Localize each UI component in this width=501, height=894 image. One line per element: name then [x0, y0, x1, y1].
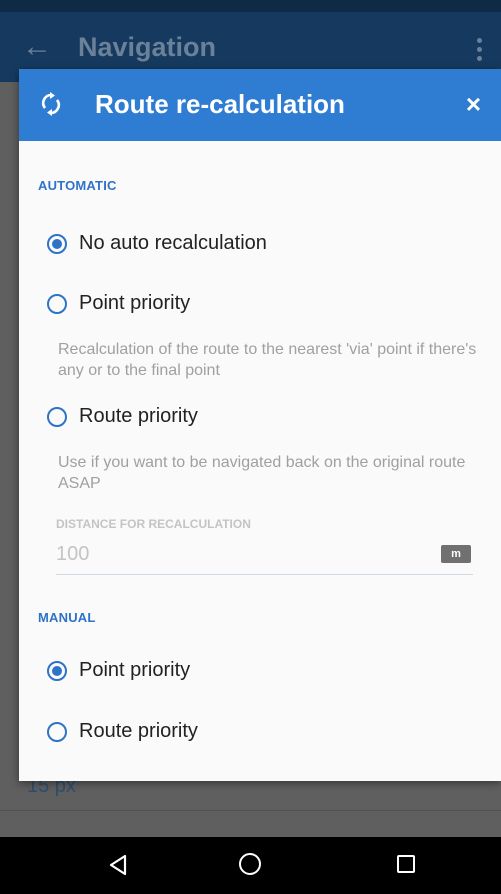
- dialog-header: Route re-calculation ×: [19, 69, 501, 141]
- nav-back-icon[interactable]: [108, 854, 128, 881]
- radio-selected-icon: [47, 660, 67, 681]
- distance-input-underline: [56, 574, 473, 575]
- radio-point-priority-manual[interactable]: Point priority: [47, 659, 190, 682]
- radio-point-priority-auto[interactable]: Point priority: [47, 292, 190, 315]
- unit-badge: m: [441, 545, 471, 563]
- arrow-left-icon[interactable]: ←: [22, 30, 78, 64]
- radio-unselected-icon: [47, 293, 67, 314]
- radio-no-auto-recalculation[interactable]: No auto recalculation: [47, 232, 267, 255]
- status-bar: [0, 0, 501, 12]
- route-priority-description: Use if you want to be navigated back on …: [58, 454, 466, 492]
- nav-recents-icon[interactable]: [397, 855, 415, 873]
- nav-home-icon[interactable]: [239, 853, 261, 875]
- route-recalculation-dialog: Route re-calculation × AUTOMATIC No auto…: [19, 69, 501, 781]
- section-heading-manual: MANUAL: [38, 610, 96, 625]
- distance-input[interactable]: 100: [56, 543, 89, 566]
- radio-label: Route priority: [79, 405, 198, 427]
- close-icon[interactable]: ×: [466, 89, 481, 120]
- radio-route-priority-manual[interactable]: Route priority: [47, 720, 198, 743]
- radio-label: Point priority: [79, 292, 191, 314]
- point-priority-description: Recalculation of the route to the neares…: [58, 341, 477, 379]
- app-title: Navigation: [78, 31, 217, 62]
- radio-label: Point priority: [79, 659, 191, 681]
- radio-label: Route priority: [79, 720, 198, 742]
- overflow-menu-icon[interactable]: [477, 38, 483, 65]
- radio-label: No auto recalculation: [79, 232, 267, 254]
- system-nav-bar: [0, 837, 501, 894]
- radio-selected-icon: [47, 233, 67, 254]
- section-heading-automatic: AUTOMATIC: [38, 178, 117, 193]
- divider: [0, 810, 501, 811]
- distance-field-label: DISTANCE FOR RECALCULATION: [56, 517, 251, 531]
- radio-route-priority-auto[interactable]: Route priority: [47, 405, 198, 428]
- radio-unselected-icon: [47, 721, 67, 742]
- refresh-icon: [41, 92, 61, 121]
- dialog-title: Route re-calculation: [95, 89, 345, 119]
- radio-unselected-icon: [47, 406, 67, 427]
